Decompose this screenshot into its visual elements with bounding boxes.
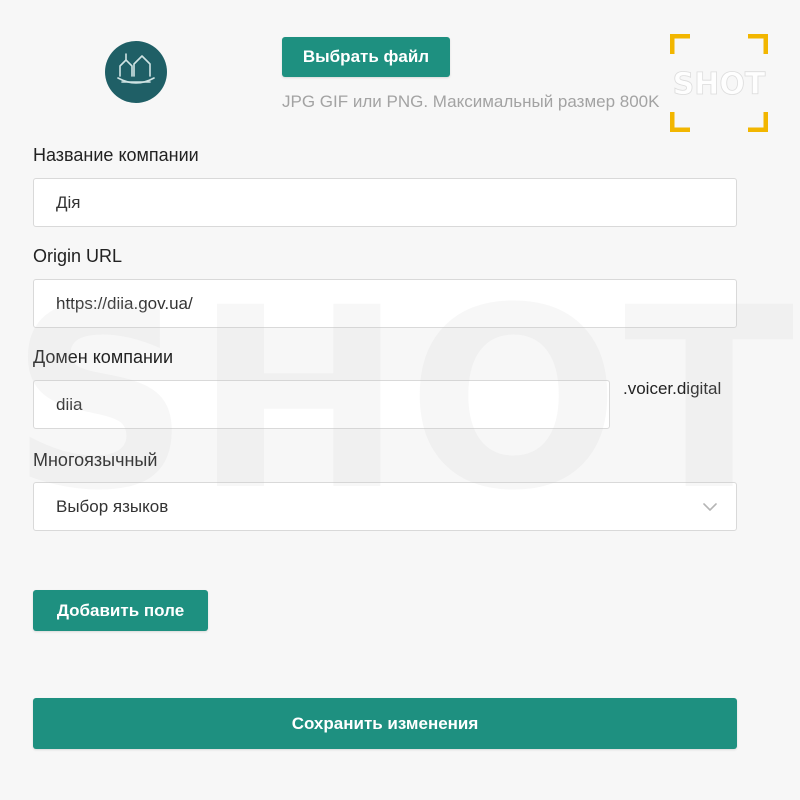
shot-badge-text: SHOT bbox=[673, 67, 766, 102]
chevron-down-icon[interactable] bbox=[702, 499, 718, 515]
origin-url-value: https://diia.gov.ua/ bbox=[56, 293, 193, 313]
domain-suffix: .voicer.digital bbox=[623, 379, 722, 398]
multilingual-label: Многоязычный bbox=[33, 450, 158, 470]
language-select-value: Выбор языков bbox=[56, 496, 169, 516]
company-settings-form: Выбрать файл JPG GIF или PNG. Максимальн… bbox=[0, 0, 800, 800]
choose-file-button[interactable]: Выбрать файл bbox=[282, 37, 450, 77]
save-changes-button[interactable]: Сохранить изменения bbox=[33, 698, 737, 749]
language-select[interactable]: Выбор языков bbox=[33, 482, 737, 531]
company-logo bbox=[105, 41, 167, 103]
add-field-button[interactable]: Добавить поле bbox=[33, 590, 208, 631]
company-domain-input[interactable]: diia bbox=[33, 380, 610, 429]
company-name-input[interactable]: Дія bbox=[33, 178, 737, 227]
file-format-hint: JPG GIF или PNG. Максимальный размер 800… bbox=[282, 92, 660, 111]
company-name-value: Дія bbox=[56, 192, 81, 212]
origin-url-input[interactable]: https://diia.gov.ua/ bbox=[33, 279, 737, 328]
company-domain-value: diia bbox=[56, 394, 83, 414]
diia-logo-icon bbox=[117, 53, 155, 84]
origin-url-label: Origin URL bbox=[33, 246, 123, 266]
company-domain-label: Домен компании bbox=[33, 347, 174, 367]
company-name-label: Название компании bbox=[33, 145, 199, 165]
shot-watermark-badge: SHOT bbox=[670, 34, 768, 132]
